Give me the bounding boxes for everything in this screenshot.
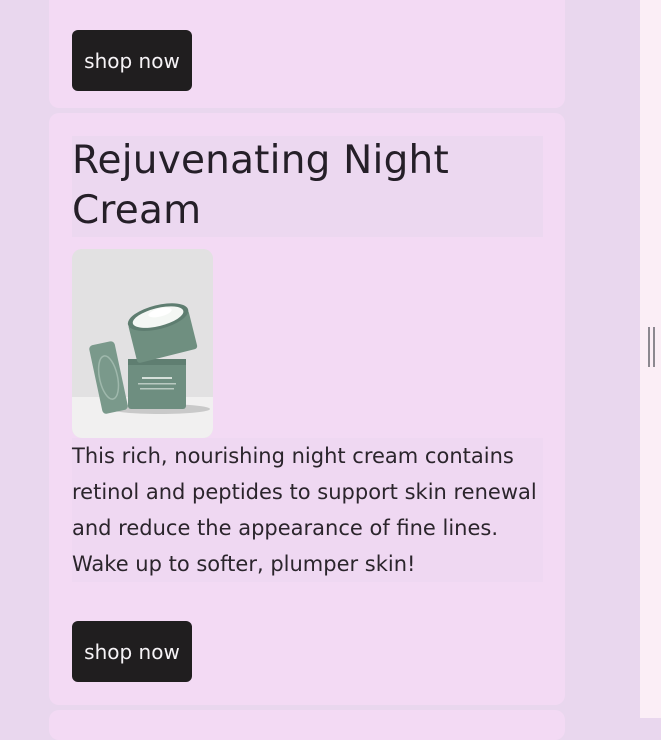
night-cream-jar-illustration: [72, 249, 213, 438]
next-product-card: [49, 710, 565, 740]
product-title: Rejuvenating Night Cream: [72, 136, 543, 237]
product-description: This rich, nourishing night cream contai…: [72, 438, 543, 582]
shop-now-button-previous[interactable]: shop now: [72, 30, 192, 91]
resize-grip-icon[interactable]: [648, 327, 657, 367]
shop-now-button[interactable]: shop now: [72, 621, 192, 682]
product-image: [72, 249, 213, 438]
